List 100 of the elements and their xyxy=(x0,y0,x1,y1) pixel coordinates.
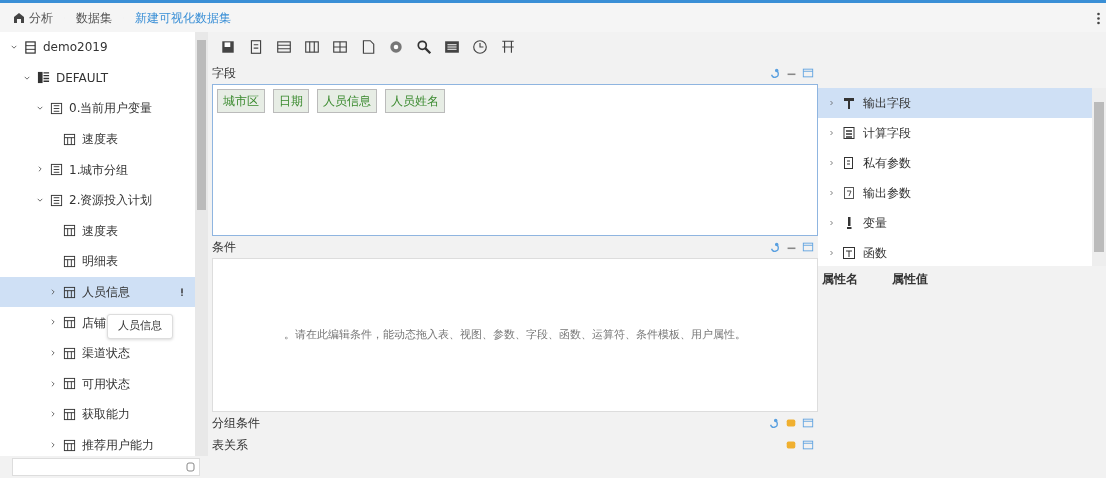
table-icon xyxy=(63,316,76,330)
chevron-down-icon[interactable] xyxy=(36,104,44,113)
refresh-icon[interactable] xyxy=(769,67,781,79)
breadcrumb-link[interactable]: 分析 xyxy=(29,8,53,27)
document-icon xyxy=(248,39,264,55)
field-chip[interactable]: 人员信息 xyxy=(317,89,377,113)
table-icon xyxy=(63,132,76,146)
tree-label: 0.当前用户变量 xyxy=(69,100,153,118)
tree-label: 变量 xyxy=(863,215,887,232)
tooltip: 人员信息 xyxy=(107,314,173,339)
tree-item[interactable]: demo2019 xyxy=(0,32,112,63)
scrollbar[interactable] xyxy=(1092,88,1106,266)
function-icon xyxy=(842,246,856,260)
tree-item[interactable]: 明细表 xyxy=(0,246,122,277)
chevron-right-icon[interactable] xyxy=(49,287,57,296)
save-button[interactable] xyxy=(220,39,236,55)
field-chip[interactable]: 日期 xyxy=(273,89,309,113)
tree-item[interactable]: 变量 xyxy=(818,208,1092,238)
tree-item[interactable]: 私有参数 xyxy=(818,148,1092,178)
tree-label: 店铺 xyxy=(82,314,106,332)
folder-icon xyxy=(50,163,63,177)
circle-icon xyxy=(388,39,404,55)
chevron-right-icon[interactable] xyxy=(36,165,44,174)
tree-item[interactable]: 获取能力 xyxy=(0,399,134,430)
window-icon[interactable] xyxy=(802,439,814,451)
search-field[interactable] xyxy=(12,458,200,476)
tree-item[interactable]: 渠道状态 xyxy=(0,337,134,369)
tree-item[interactable]: 速度表 xyxy=(0,215,122,247)
save-icon xyxy=(220,39,236,55)
tree-label: 获取能力 xyxy=(82,406,130,424)
table-icon xyxy=(63,407,76,421)
tree-label: DEFAULT xyxy=(56,69,108,87)
tree-item[interactable]: 1.城市分组 xyxy=(0,154,133,185)
chevron-right-icon[interactable] xyxy=(49,410,57,419)
tree-item[interactable]: 可用状态 xyxy=(0,368,134,400)
tree-item[interactable]: 2.资源投入计划 xyxy=(0,184,157,216)
list-button[interactable] xyxy=(444,39,460,55)
tree-label: 函数 xyxy=(863,245,887,262)
circle-button[interactable] xyxy=(388,39,404,55)
breadcrumb-link[interactable]: 数据集 xyxy=(76,8,112,27)
tree-item[interactable]: 店铺 xyxy=(0,307,110,338)
field-drop-area[interactable]: 城市区 日期 人员信息 人员姓名 xyxy=(212,84,818,236)
window-icon[interactable] xyxy=(802,241,814,253)
tree-label: 输出参数 xyxy=(863,185,911,202)
tree-label: demo2019 xyxy=(43,39,108,57)
tree-item[interactable]: 输出参数 xyxy=(818,178,1092,208)
tree-label: 计算字段 xyxy=(863,125,911,142)
clock-button[interactable] xyxy=(472,39,488,55)
tree-label: 推荐用户能力 xyxy=(82,437,154,454)
tree-item[interactable]: 推荐用户能力 xyxy=(0,429,158,456)
tree-item[interactable]: 速度表 xyxy=(0,123,122,155)
table-icon xyxy=(63,377,76,391)
grid-button[interactable] xyxy=(332,39,348,55)
panel-title: 分组条件 xyxy=(212,415,260,432)
home-icon[interactable] xyxy=(12,10,26,25)
schema-icon xyxy=(37,71,50,85)
tree-label: 速度表 xyxy=(82,131,118,149)
tree-label: 输出字段 xyxy=(863,95,911,112)
tree-item[interactable]: 人员信息 xyxy=(0,276,195,308)
condition-editor[interactable]: 。请在此编辑条件，能动态拖入表、视图、参数、字段、函数、运算符、条件模板、用户属性。 xyxy=(212,258,818,412)
table-button[interactable] xyxy=(276,39,292,55)
window-icon[interactable] xyxy=(802,67,814,79)
tree-label: 1.城市分组 xyxy=(69,161,129,179)
tree-label: 渠道状态 xyxy=(82,345,130,363)
chevron-right-icon[interactable] xyxy=(49,379,57,388)
tree-item[interactable]: 函数 xyxy=(818,238,1092,268)
placeholder-text: 。请在此编辑条件，能动态拖入表、视图、参数、字段、函数、运算符、条件模板、用户属性。 xyxy=(284,326,746,343)
tree-label: 人员信息 xyxy=(82,284,130,302)
field-chip[interactable]: 城市区 xyxy=(217,89,265,113)
table-icon xyxy=(63,254,76,268)
scrollbar[interactable] xyxy=(195,32,208,456)
chevron-right-icon[interactable] xyxy=(49,318,57,327)
tree-label: 可用状态 xyxy=(82,375,130,393)
table-icon xyxy=(63,224,76,238)
refresh-icon[interactable] xyxy=(768,417,780,429)
chevron-right-icon[interactable] xyxy=(49,440,57,449)
tree-item[interactable]: DEFAULT xyxy=(0,62,112,94)
page-icon xyxy=(360,39,376,55)
tree-item[interactable]: 计算字段 xyxy=(818,118,1092,148)
grid-icon xyxy=(332,39,348,55)
tree-item[interactable]: 0.当前用户变量 xyxy=(0,93,157,124)
chevron-right-icon[interactable] xyxy=(49,349,57,357)
column-header: 属性值 xyxy=(892,271,928,288)
page-button[interactable] xyxy=(360,39,376,55)
chevron-down-icon[interactable] xyxy=(36,196,44,204)
window-icon[interactable] xyxy=(802,417,814,429)
tree-item[interactable]: 输出字段 xyxy=(818,88,1092,118)
panel-title: 字段 xyxy=(212,65,236,82)
chevron-down-icon[interactable] xyxy=(10,43,18,52)
panel-title: 条件 xyxy=(212,239,236,256)
column-header: 属性名 xyxy=(822,271,858,288)
columns-icon xyxy=(304,39,320,55)
panel-title: 表关系 xyxy=(212,437,248,454)
refresh-icon[interactable] xyxy=(769,241,781,253)
columns-button[interactable] xyxy=(304,39,320,55)
folder-icon xyxy=(50,102,63,115)
tree-label: 速度表 xyxy=(82,222,118,240)
document-button[interactable] xyxy=(248,39,264,55)
folder-icon xyxy=(50,193,63,207)
field-chip[interactable]: 人员姓名 xyxy=(385,89,445,113)
